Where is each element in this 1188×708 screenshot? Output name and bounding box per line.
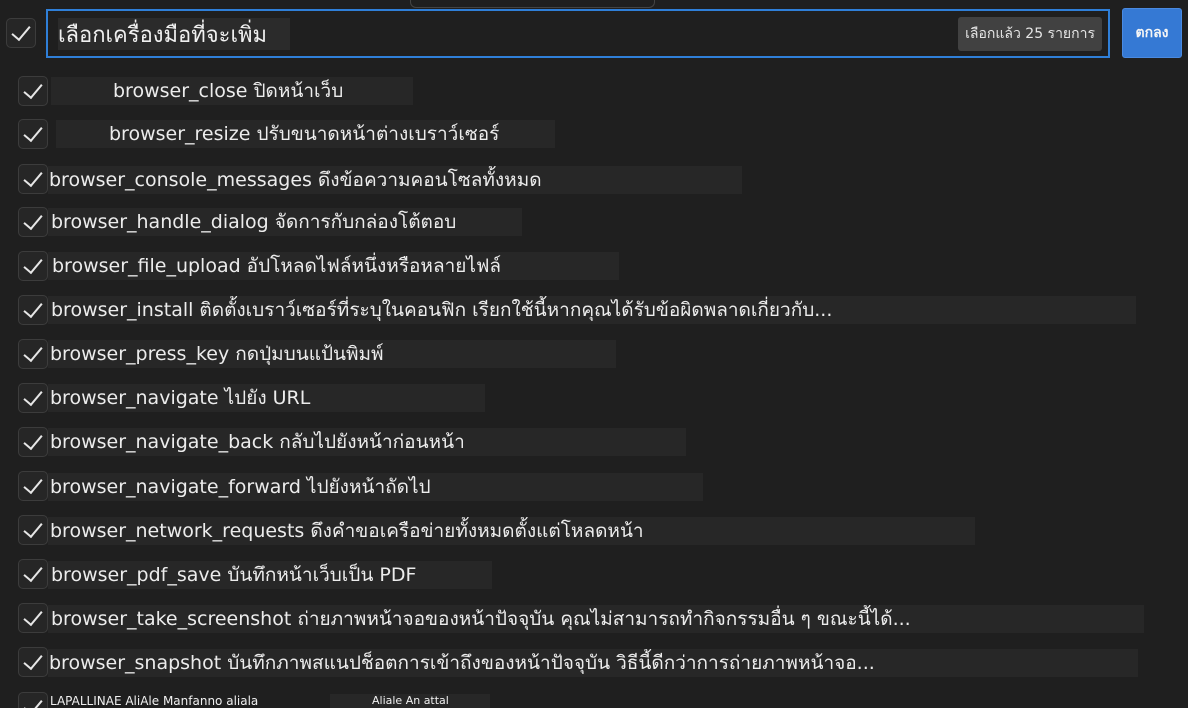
tool-name: browser_press_key <box>50 343 230 365</box>
tool-name: browser_resize <box>109 123 251 145</box>
item-label: browser_handle_dialog จัดการกับกล่องโต้ตอ… <box>48 208 522 236</box>
tool-name: browser_navigate <box>50 387 219 409</box>
item-checkbox[interactable] <box>18 515 48 545</box>
tool-name: browser_close <box>113 80 248 102</box>
tool-description: กดปุ่มบนแป้นพิมพ์ <box>235 343 384 365</box>
tool-description: จัดการกับกล่องโต้ตอบ <box>274 211 457 233</box>
search-input[interactable] <box>58 18 290 50</box>
tool-name: browser_handle_dialog <box>51 211 269 233</box>
item-label: browser_take_screenshot ถ่ายภาพหน้าจอของห… <box>48 605 1144 633</box>
item-checkbox[interactable] <box>18 119 48 149</box>
item-label: browser_network_requests ดึงคำขอเครือข่าย… <box>48 517 975 545</box>
tool-name: browser_pdf_save <box>51 564 222 586</box>
select-all-checkbox[interactable] <box>6 18 36 48</box>
tool-description: บันทึกภาพสแนปช็อตการเข้าถึงของหน้าปัจจุบ… <box>227 652 875 674</box>
tool-description: อัปโหลดไฟล์หนึ่งหรือหลายไฟล์ <box>246 255 502 277</box>
item-checkbox[interactable] <box>18 295 48 325</box>
tool-name: browser_take_screenshot <box>51 608 292 630</box>
item-label: browser_navigate_forward ไปยังหน้าถัดไป <box>48 473 703 501</box>
top-tab <box>410 0 655 8</box>
item-label: browser_close ปิดหน้าเว็บ <box>51 77 413 105</box>
tool-name: browser_console_messages <box>49 169 312 191</box>
item-label: browser_navigate_back กลับไปยังหน้าก่อนหน… <box>48 428 686 456</box>
tool-description: ไปยังหน้าถัดไป <box>306 476 431 498</box>
tool-description: ดึงคำขอเครือข่ายทั้งหมดตั้งแต่โหลดหน้า <box>310 520 644 542</box>
item-label: browser_console_messages ดึงข้อความคอนโซล… <box>48 166 742 194</box>
tool-description: ถ่ายภาพหน้าจอของหน้าปัจจุบัน คุณไม่สามาร… <box>297 608 911 630</box>
item-label: browser_navigate ไปยัง URL <box>48 384 485 412</box>
item-checkbox[interactable] <box>18 427 48 457</box>
tool-description: ดึงข้อความคอนโซลทั้งหมด <box>317 169 542 191</box>
tool-name: browser_install <box>51 299 194 321</box>
item-checkbox[interactable] <box>18 559 48 589</box>
tool-name: browser_network_requests <box>50 520 305 542</box>
tool-name: browser_navigate_forward <box>50 476 301 498</box>
search-box[interactable]: เลือกแล้ว 25 รายการ <box>46 9 1110 58</box>
partial-item-text-2: Aliale An attal <box>372 694 449 707</box>
tool-name: browser_snapshot <box>49 652 222 674</box>
tool-description: ไปยัง URL <box>224 387 311 409</box>
item-checkbox[interactable] <box>18 471 48 501</box>
item-checkbox[interactable] <box>18 647 48 677</box>
item-label: browser_file_upload อัปโหลดไฟล์หนึ่งหรือห… <box>48 252 619 280</box>
item-label: browser_press_key กดปุ่มบนแป้นพิมพ์ <box>48 340 616 368</box>
item-checkbox[interactable] <box>18 207 48 237</box>
item-label: browser_resize ปรับขนาดหน้าต่างเบราว์เซอร… <box>56 120 555 148</box>
item-checkbox[interactable] <box>18 164 48 194</box>
tool-description: บันทึกหน้าเว็บเป็น PDF <box>227 564 417 586</box>
item-checkbox[interactable] <box>18 76 48 106</box>
item-checkbox[interactable] <box>18 603 48 633</box>
tool-description: ปรับขนาดหน้าต่างเบราว์เซอร์ <box>256 123 500 145</box>
tool-name: browser_navigate_back <box>50 431 274 453</box>
item-checkbox[interactable] <box>18 251 48 281</box>
item-checkbox[interactable] <box>18 339 48 369</box>
item-checkbox[interactable] <box>18 383 48 413</box>
selected-count-badge: เลือกแล้ว 25 รายการ <box>958 17 1102 51</box>
partial-item-text: LAPALLINAE AliAle Manfanno aliala <box>50 694 259 708</box>
tool-description: ปิดหน้าเว็บ <box>253 80 344 102</box>
item-label: browser_pdf_save บันทึกหน้าเว็บเป็น PDF <box>48 561 492 589</box>
partial-list-item[interactable]: LAPALLINAE AliAle Manfanno aliala Aliale… <box>0 692 1188 708</box>
tool-description: ติดตั้งเบราว์เซอร์ที่ระบุในคอนฟิก เรียกใ… <box>199 299 833 321</box>
item-label: browser_install ติดตั้งเบราว์เซอร์ที่ระบุ… <box>48 296 1136 324</box>
tool-description: กลับไปยังหน้าก่อนหน้า <box>279 431 465 453</box>
item-label: browser_snapshot บันทึกภาพสแนปช็อตการเข้า… <box>48 649 1138 677</box>
tool-name: browser_file_upload <box>52 255 241 277</box>
item-checkbox[interactable] <box>18 692 48 708</box>
ok-button[interactable]: ตกลง <box>1122 8 1182 58</box>
tool-picker: เลือกแล้ว 25 รายการ ตกลง browser_closeปิ… <box>0 0 1188 708</box>
